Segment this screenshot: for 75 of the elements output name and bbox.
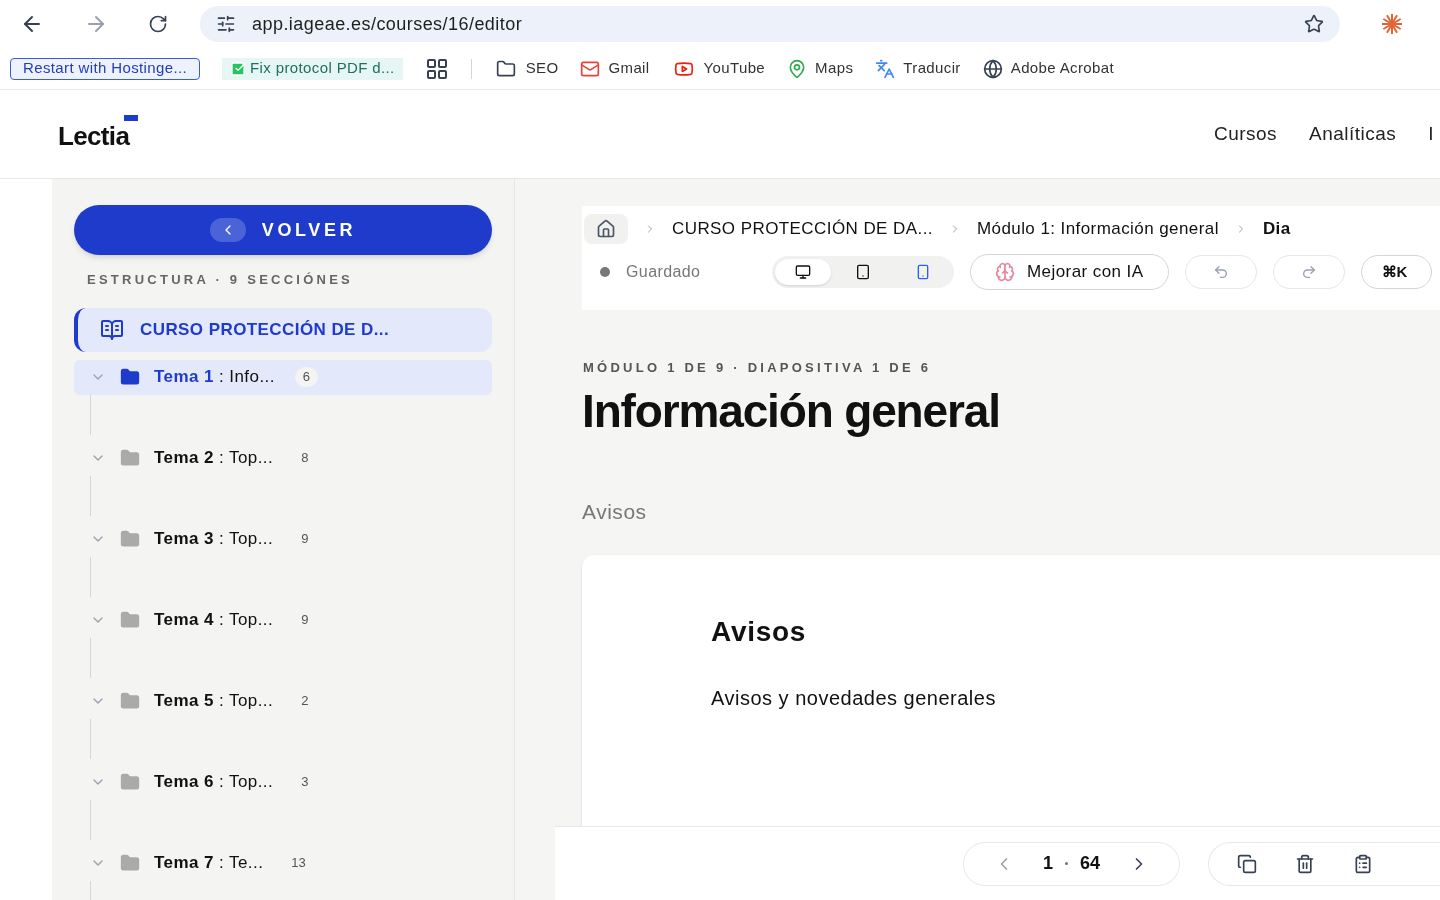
topic-item[interactable]: Tema 4 : Top... 9 (74, 602, 492, 638)
page-number: 1 (1042, 852, 1053, 875)
topic-item[interactable]: Tema 1 : Info... 6 (74, 359, 492, 395)
phone-icon (915, 264, 931, 280)
sparkle-icon[interactable] (1380, 12, 1404, 36)
bookmark[interactable]: Maps (787, 57, 854, 80)
folder-icon (118, 610, 142, 630)
checkbox-icon (230, 60, 247, 77)
breadcrumb-item[interactable]: Dia (1262, 216, 1291, 242)
url-text: app.iageae.es/courses/16/editor (252, 12, 524, 36)
folder-icon (118, 853, 142, 873)
topic-title: Tema 2 : Top... (154, 447, 274, 470)
address-bar[interactable]: app.iageae.es/courses/16/editor (200, 6, 1340, 42)
topic-item[interactable]: Tema 5 : Top... 2 (74, 683, 492, 719)
back-button[interactable]: VOLVER (74, 205, 492, 255)
folder-icon (118, 691, 142, 711)
topic-count: 13 (290, 854, 307, 873)
bookmark[interactable]: Restart with Hostinge... (10, 57, 201, 80)
chevron-left-icon (209, 218, 246, 242)
reload-icon[interactable] (148, 14, 168, 34)
topic-count: 9 (300, 611, 310, 630)
topic-title: Tema 1 : Info... (154, 366, 275, 389)
bookmark-star-icon[interactable] (1304, 14, 1324, 34)
nav-link[interactable]: Analíticas (1309, 119, 1397, 149)
bookmark[interactable]: Gmail (580, 57, 650, 80)
bookmark[interactable]: Adobe Acrobat (982, 57, 1115, 80)
site-settings-icon[interactable] (216, 14, 236, 34)
page-total: 64 (1079, 852, 1100, 875)
structure-label: ESTRUCTURA · 9 SECCIÓNES (87, 271, 355, 289)
topic-title: Tema 4 : Top... (154, 609, 274, 632)
delete-icon[interactable] (1294, 853, 1315, 874)
breadcrumb-item[interactable]: Módulo 1: Información general (976, 216, 1219, 242)
bookmark[interactable]: Traducir (875, 57, 961, 80)
brain-icon (995, 262, 1015, 282)
topic-title: Tema 5 : Top... (154, 690, 274, 713)
course-item[interactable]: CURSO PROTECCIÓN DE D... (74, 307, 492, 352)
topic-item[interactable]: Tema 7 : Te... 13 (74, 845, 492, 881)
topic-item[interactable]: Tema 3 : Top... 9 (74, 521, 492, 557)
breadcrumb-item[interactable]: CURSO PROTECCIÓN DE DA... (672, 216, 933, 242)
apps-icon[interactable] (424, 56, 449, 81)
topic-count: 6 (294, 367, 319, 387)
nav-link[interactable]: Cursos (1214, 119, 1278, 149)
folder-icon (118, 772, 142, 792)
slide-eyebrow: MÓDULO 1 DE 9 · DIAPOSITIVA 1 DE 6 (583, 359, 933, 377)
translate-icon (875, 58, 896, 79)
undo-icon (1212, 264, 1229, 280)
topic-title: Tema 7 : Te... (154, 852, 264, 875)
topic-count: 8 (300, 449, 310, 468)
topic-count: 2 (300, 692, 310, 711)
topic-title: Tema 6 : Top... (154, 771, 274, 794)
save-status: Guardado (626, 262, 702, 282)
folder-icon (118, 448, 142, 468)
nav-link[interactable]: I (1428, 119, 1434, 149)
bookmark[interactable]: YouTube (671, 57, 766, 80)
device-button[interactable] (775, 259, 831, 285)
bookmark[interactable]: SEO (493, 57, 559, 80)
globe-icon (982, 58, 1003, 79)
home-icon (596, 219, 616, 239)
tablet-icon (855, 264, 871, 280)
folder-icon (118, 529, 142, 549)
folder-icon (118, 367, 142, 387)
monitor-icon (795, 264, 811, 280)
card-title: Avisos (711, 615, 807, 649)
topic-count: 3 (300, 773, 310, 792)
card-text: Avisos y novedades generales (711, 686, 997, 711)
topic-count: 9 (300, 530, 310, 549)
book-icon (100, 317, 124, 342)
topic-title: Tema 3 : Top... (154, 528, 274, 551)
home-button[interactable] (584, 214, 628, 244)
topic-item[interactable]: Tema 2 : Top... 8 (74, 440, 492, 476)
duplicate-icon[interactable] (1236, 853, 1257, 874)
redo-icon (1300, 264, 1317, 280)
topic-item[interactable]: Tema 6 : Top... 3 (74, 764, 492, 800)
bookmark[interactable]: Fix protocol PDF d... (222, 57, 403, 80)
section-label: Avisos (582, 498, 648, 525)
